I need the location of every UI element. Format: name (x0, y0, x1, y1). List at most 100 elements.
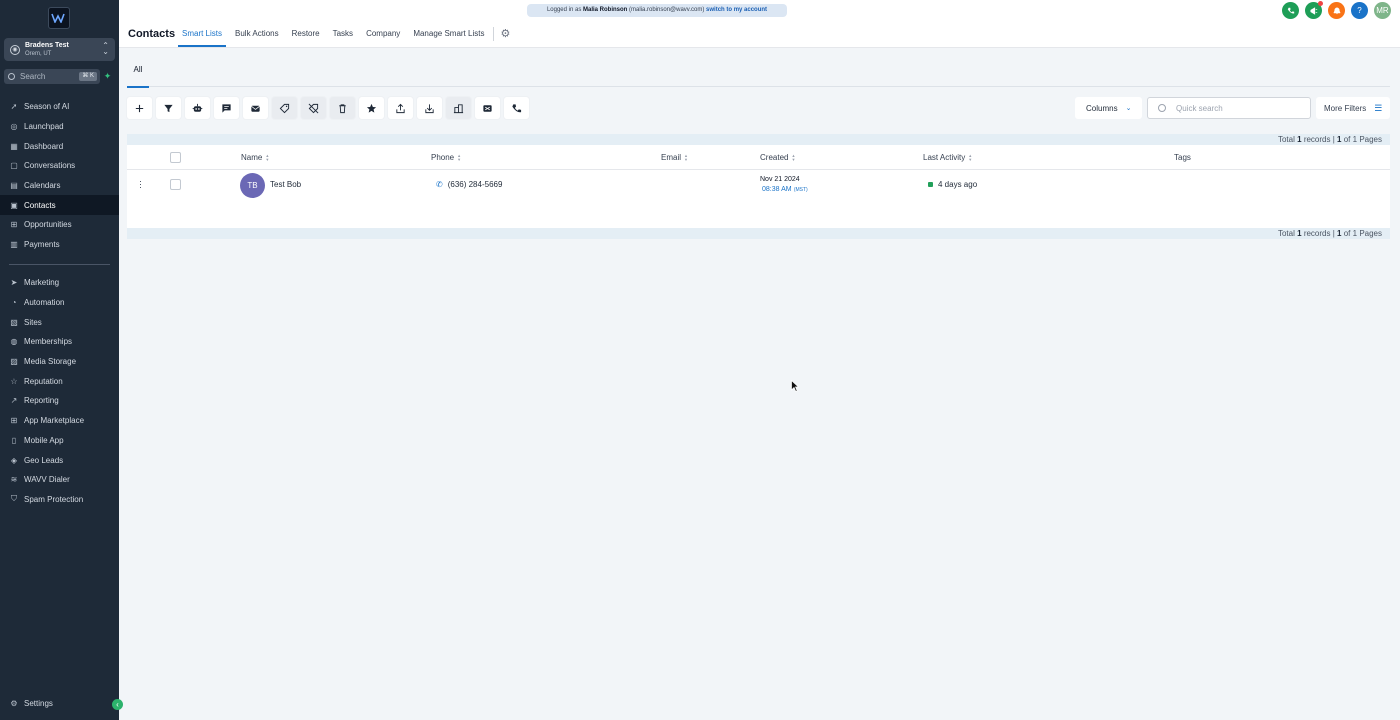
sidebar-item-season-of-ai[interactable]: ➚ Season of AI (0, 97, 119, 117)
phone-icon[interactable] (1282, 2, 1299, 19)
tab-bulk-actions[interactable]: Bulk Actions (231, 24, 283, 47)
sidebar-item-label: Calendars (24, 181, 61, 191)
location-icon: ◉ (10, 44, 20, 55)
sidebar-item-marketing[interactable]: ➤ Marketing (0, 273, 119, 293)
more-actions-icon[interactable]: · · · (139, 177, 142, 192)
columns-dropdown[interactable]: Columns ⌄ (1075, 97, 1142, 119)
wavv-logo-icon (51, 13, 65, 23)
sidebar-item-label: Reporting (24, 396, 59, 406)
sidebar: ◉ Bradens Test Orem, UT ⌃ ⌄ Search ⌘ K ✦ … (0, 0, 119, 720)
filter-icon[interactable] (156, 97, 181, 119)
contact-avatar[interactable]: TB (240, 173, 265, 198)
add-tag-icon[interactable] (272, 97, 297, 119)
add-icon[interactable] (127, 97, 152, 119)
bell-icon[interactable] (1328, 2, 1345, 19)
sidebar-item-label: Media Storage (24, 357, 77, 367)
sidebar-item-dashboard[interactable]: ▦ Dashboard (0, 136, 119, 156)
import-icon[interactable] (417, 97, 442, 119)
mail-merge-icon[interactable] (475, 97, 500, 119)
search-icon (8, 73, 15, 80)
search-shortcut: ⌘ K (79, 72, 97, 81)
send-icon: ➤ (10, 278, 18, 288)
quick-search-input[interactable] (1176, 103, 1296, 113)
sidebar-item-calendars[interactable]: ▤ Calendars (0, 176, 119, 196)
star-icon[interactable] (359, 97, 384, 119)
banner-prefix: Logged in as (546, 7, 582, 13)
column-header-phone[interactable]: Phone ▲ ▼ (431, 153, 461, 162)
activity-icon (928, 182, 933, 187)
gear-icon[interactable]: ⚙ (500, 24, 510, 47)
sidebar-item-wavv-dialer[interactable]: ≋ WAVV Dialer (0, 470, 119, 490)
sidebar-item-conversations[interactable]: ▢ Conversations (0, 156, 119, 176)
account-switcher[interactable]: ◉ Bradens Test Orem, UT ⌃ ⌄ (4, 38, 115, 61)
row-checkbox[interactable] (170, 179, 181, 190)
sidebar-search[interactable]: Search ⌘ K (4, 69, 100, 84)
column-header-last-activity[interactable]: Last Activity ▲ ▼ (923, 153, 972, 162)
select-all-checkbox[interactable] (170, 152, 181, 163)
table-row[interactable]: · · · TB Test Bob ✆ (636) 284-5669 Nov 21 2… (127, 170, 1390, 200)
sidebar-item-label: Opportunities (24, 220, 72, 230)
sidebar-item-media-storage[interactable]: ▨ Media Storage (0, 352, 119, 372)
contact-last-activity: 4 days ago (928, 180, 977, 189)
export-icon[interactable] (388, 97, 413, 119)
email-icon[interactable] (243, 97, 268, 119)
more-filters-button[interactable]: More Filters ☰ (1316, 97, 1390, 119)
delete-icon[interactable] (330, 97, 355, 119)
user-avatar[interactable]: MR (1374, 2, 1391, 19)
switch-account-link[interactable]: switch to my account (706, 7, 767, 13)
star-icon: ☆ (10, 376, 18, 386)
sidebar-item-opportunities[interactable]: ⊞ Opportunities (0, 215, 119, 235)
sort-icon: ▲ ▼ (968, 152, 973, 162)
sidebar-item-label: Season of AI (24, 102, 70, 112)
contact-phone[interactable]: ✆ (636) 284-5669 (436, 180, 502, 189)
sidebar-item-memberships[interactable]: ◍ Memberships (0, 332, 119, 352)
contact-created: Nov 21 2024 08:38 AM (MST) (760, 175, 808, 195)
sidebar-item-payments[interactable]: ▥ Payments (0, 235, 119, 255)
column-header-email[interactable]: Email ▲ ▼ (661, 153, 688, 162)
sidebar-item-geo-leads[interactable]: ◈ Geo Leads (0, 450, 119, 470)
created-date: Nov 21 2024 (760, 176, 800, 183)
robot-icon[interactable] (185, 97, 210, 119)
call-icon[interactable] (504, 97, 529, 119)
created-time: 08:38 AM (762, 186, 792, 193)
sidebar-settings: ⚙ Settings (0, 694, 119, 714)
grid-icon: ⊞ (10, 416, 18, 426)
tab-manage-smart-lists[interactable]: Manage Smart Lists (409, 24, 488, 47)
tab-tasks[interactable]: Tasks (329, 24, 357, 47)
column-header-tags[interactable]: Tags (1174, 153, 1191, 162)
contact-name[interactable]: Test Bob (270, 180, 301, 189)
search-icon (1158, 104, 1166, 112)
sidebar-item-spam-protection[interactable]: ⛉ Spam Protection (0, 490, 119, 510)
sidebar-item-settings[interactable]: ⚙ Settings (0, 694, 119, 714)
sidebar-item-reputation[interactable]: ☆ Reputation (0, 371, 119, 391)
sidebar-item-app-marketplace[interactable]: ⊞ App Marketplace (0, 411, 119, 431)
sidebar-item-label: Launchpad (24, 122, 64, 132)
ai-sparkle-icon[interactable]: ✦ (103, 72, 112, 81)
column-header-created[interactable]: Created ▲ ▼ (760, 153, 795, 162)
columns-label: Columns (1086, 103, 1118, 113)
tab-company[interactable]: Company (362, 24, 404, 47)
sidebar-nav-secondary: ➤ Marketing ◔ Automation ▧ Sites ◍ Memberships ▨… (0, 273, 119, 509)
tab-restore[interactable]: Restore (288, 24, 324, 47)
column-header-name[interactable]: Name ▲ ▼ (241, 153, 269, 162)
sidebar-item-automation[interactable]: ◔ Automation (0, 293, 119, 313)
sidebar-item-mobile-app[interactable]: ▯ Mobile App (0, 431, 119, 451)
remove-tag-icon[interactable] (301, 97, 326, 119)
tab-smart-lists[interactable]: Smart Lists (178, 24, 227, 47)
quick-search[interactable] (1147, 97, 1311, 119)
records-summary-top: Total 1 records | 1 of 1 Pages (127, 134, 1390, 145)
sidebar-item-launchpad[interactable]: ◎ Launchpad (0, 117, 119, 137)
impersonation-banner: Logged in as Malia Robinson (malia.robin… (527, 4, 787, 17)
company-icon[interactable] (446, 97, 471, 119)
announcement-icon[interactable] (1305, 1, 1323, 19)
sidebar-item-sites[interactable]: ▧ Sites (0, 312, 119, 332)
phone-icon: ✆ (436, 180, 443, 189)
collapse-sidebar-button[interactable]: ‹ (112, 699, 123, 710)
sms-icon[interactable] (214, 97, 239, 119)
sidebar-item-reporting[interactable]: ↗ Reporting (0, 391, 119, 411)
tab-all[interactable]: All (127, 58, 149, 88)
sidebar-item-label: Reputation (24, 376, 63, 386)
sidebar-item-contacts[interactable]: ▣ Contacts (0, 195, 119, 216)
help-icon[interactable]: ? (1351, 2, 1368, 19)
logo[interactable] (48, 7, 70, 29)
